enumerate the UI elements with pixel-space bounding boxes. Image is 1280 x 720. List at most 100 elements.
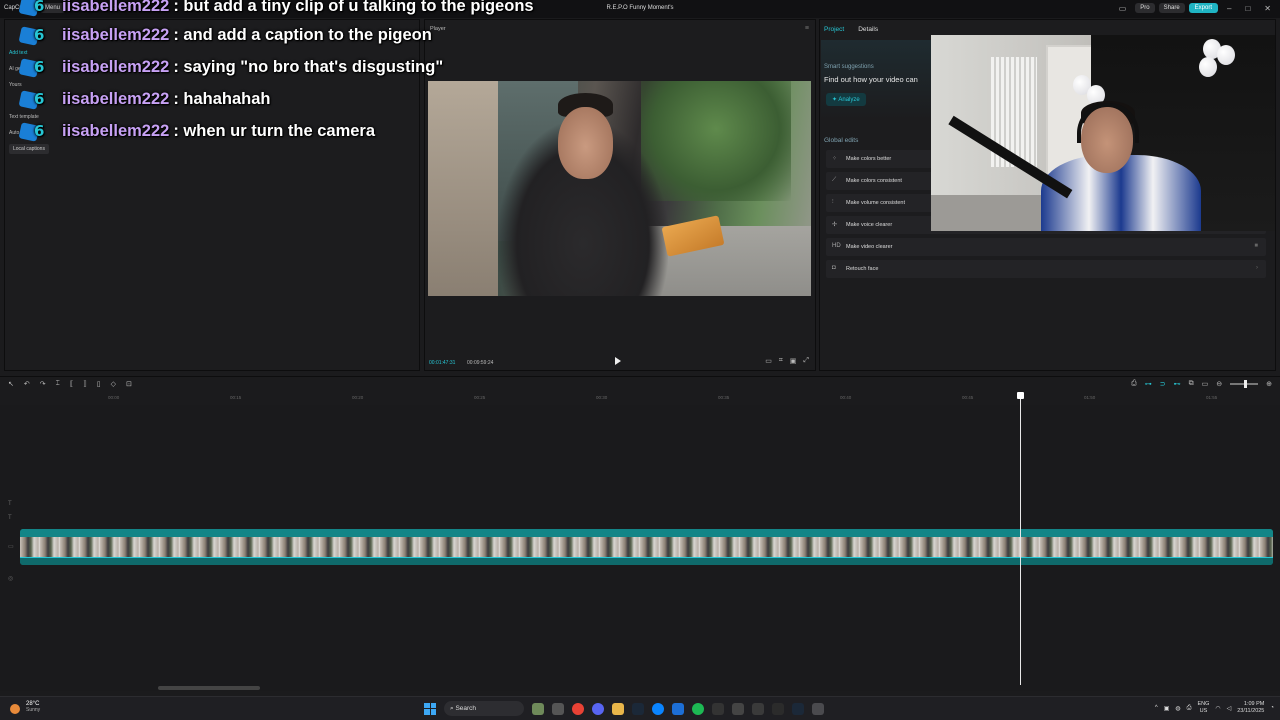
- minimize-icon[interactable]: –: [1222, 4, 1236, 13]
- capcut-taskbar-icon[interactable]: [712, 702, 724, 715]
- capcut-active-icon[interactable]: [812, 702, 824, 715]
- steam-icon[interactable]: [632, 702, 644, 715]
- global-edit-label: Make colors better: [846, 156, 892, 162]
- copilot-icon[interactable]: [532, 702, 544, 715]
- titlebar-actions: ▭ Pro Share Export – □ ✕: [1114, 3, 1276, 13]
- volume-icon[interactable]: ◁: [1227, 705, 1232, 712]
- clock[interactable]: 1:09 PM 23/11/2025: [1237, 701, 1264, 715]
- chat-text: : and add a caption to the pigeon: [173, 25, 432, 44]
- split-icon[interactable]: ⌶: [56, 380, 60, 388]
- maximize-icon[interactable]: □: [1240, 4, 1255, 13]
- capcut-app: CapCut Menu Auto saved: 13:09:23 R.E.P.O…: [0, 0, 1280, 720]
- steam-icon[interactable]: [792, 702, 804, 715]
- edge-icon[interactable]: [652, 702, 664, 715]
- app-icon[interactable]: [772, 702, 784, 715]
- chat-username: iisabellem222: [62, 121, 170, 140]
- spotify-icon[interactable]: [692, 702, 704, 715]
- language-code: ENG: [1197, 701, 1210, 707]
- ratio-icon[interactable]: ▭: [765, 357, 772, 365]
- zoom-in-icon[interactable]: ⊕: [1266, 380, 1272, 388]
- file-explorer-icon[interactable]: [612, 702, 624, 715]
- tray-icon[interactable]: ▣: [1164, 705, 1170, 712]
- global-edit-retouch-face[interactable]: ◘ Retouch face ›: [826, 260, 1266, 278]
- wifi-icon[interactable]: ◠: [1215, 705, 1220, 712]
- tray-icon[interactable]: ◍: [1175, 705, 1180, 712]
- export-button[interactable]: Export: [1188, 3, 1218, 13]
- split-screen-icon[interactable]: ⧉: [1189, 380, 1194, 388]
- crop-icon[interactable]: ⌗: [779, 357, 783, 365]
- chevron-right-icon: ›: [1256, 265, 1258, 271]
- calendar-icon[interactable]: [732, 702, 744, 715]
- video-clip[interactable]: [20, 529, 1273, 565]
- zoom-slider[interactable]: [1230, 380, 1259, 388]
- link-icon[interactable]: ⊶: [1145, 380, 1152, 388]
- chat-username: iisabellem222: [62, 25, 170, 44]
- play-icon[interactable]: [615, 357, 621, 365]
- marker-icon[interactable]: ◇: [111, 380, 116, 388]
- magnet-icon[interactable]: ⊃: [1160, 380, 1166, 388]
- windows-start-icon[interactable]: [424, 702, 436, 715]
- ruler-mark: 00:45: [962, 395, 974, 400]
- crop-tool-icon[interactable]: ⊡: [126, 380, 132, 388]
- split-right-icon[interactable]: ⟧: [83, 380, 86, 388]
- notification-icon[interactable]: ◔: [1270, 705, 1274, 711]
- subscriber-badge-icon: 6: [18, 56, 58, 78]
- close-icon[interactable]: ✕: [1259, 4, 1276, 13]
- fullscreen-icon[interactable]: ⤢: [803, 357, 809, 365]
- chat-message: 6 iisabellem222 : when ur turn the camer…: [18, 120, 375, 142]
- playhead-handle[interactable]: [1017, 392, 1024, 399]
- weather-condition: Sunny: [26, 707, 41, 713]
- mic-icon[interactable]: ⎙: [1131, 380, 1137, 388]
- clip-waveform: [20, 557, 1273, 565]
- select-icon[interactable]: ↖: [8, 380, 14, 388]
- split-left-icon[interactable]: ⟦: [70, 380, 73, 388]
- share-button[interactable]: Share: [1158, 3, 1185, 13]
- tab-project[interactable]: Project: [824, 26, 844, 33]
- local-captions-button[interactable]: Local captions: [9, 144, 49, 154]
- chrome-icon[interactable]: [572, 702, 584, 715]
- player-panel: Player ≡ 00:01:47:31 00:09:59:24 ▭ ⌗ ▣ ⤢: [424, 19, 816, 371]
- undo-icon[interactable]: ↶: [24, 380, 30, 388]
- taskbar-search[interactable]: ⌕ Search: [444, 701, 524, 716]
- subscriber-badge-icon: 6: [18, 24, 58, 46]
- tab-details[interactable]: Details: [858, 26, 878, 33]
- zoom-out-icon[interactable]: ⊖: [1216, 380, 1222, 388]
- preview-axis-icon[interactable]: ⊷: [1174, 380, 1181, 388]
- global-edit-label: Make volume consistent: [846, 200, 905, 206]
- chevron-up-icon[interactable]: ^: [1155, 705, 1158, 711]
- mic-tray-icon[interactable]: ⎙: [1187, 705, 1192, 712]
- language-indicator[interactable]: ENG US: [1197, 701, 1209, 715]
- zoom-slider-handle[interactable]: [1244, 380, 1248, 388]
- analyze-button[interactable]: ✦ Analyze: [826, 93, 866, 106]
- chat-text: : but add a tiny clip of u talking to th…: [173, 0, 534, 15]
- task-view-icon[interactable]: [552, 702, 564, 715]
- subscriber-badge-icon: 6: [18, 0, 58, 17]
- ruler-mark: 01:50: [1084, 395, 1096, 400]
- clock-time: 1:09 PM: [1243, 701, 1265, 707]
- app-icon[interactable]: [672, 702, 684, 715]
- weather-widget[interactable]: 28°C Sunny: [10, 701, 41, 714]
- lock-icon: ■: [1254, 243, 1258, 249]
- global-edit-label: Make voice clearer: [846, 222, 893, 228]
- equalizer-icon: ⫶: [832, 199, 834, 205]
- current-time: 00:01:47:31: [429, 360, 456, 366]
- fit-icon[interactable]: ▭: [1202, 380, 1209, 388]
- palette-icon: ⁘: [832, 156, 838, 162]
- pro-button[interactable]: Pro: [1135, 3, 1155, 13]
- hd-icon: HD: [832, 243, 841, 249]
- region-code: US: [1199, 708, 1208, 714]
- timeline-scrollbar[interactable]: [158, 686, 260, 690]
- timeline-ruler[interactable]: 00:00 00:15 00:20 00:25 00:30 00:35 00:4…: [20, 393, 1276, 405]
- redo-icon[interactable]: ↷: [40, 380, 46, 388]
- global-edit-video-clearer[interactable]: HD Make video clearer ■: [826, 238, 1266, 256]
- app-icon[interactable]: [752, 702, 764, 715]
- delete-icon[interactable]: ▯: [97, 380, 101, 388]
- discord-icon[interactable]: [592, 702, 604, 715]
- compare-icon[interactable]: ▣: [790, 357, 797, 365]
- playhead[interactable]: [1020, 393, 1021, 685]
- video-preview[interactable]: [428, 81, 811, 296]
- player-menu-icon[interactable]: ≡: [805, 25, 809, 32]
- system-tray: ^ ▣ ◍ ⎙ ENG US ◠ ◁ 1:09 PM 23/11/2025 ◔: [1155, 701, 1274, 715]
- layout-icon[interactable]: ▭: [1114, 4, 1132, 13]
- taskbar-apps: ⌕ Search: [424, 701, 824, 716]
